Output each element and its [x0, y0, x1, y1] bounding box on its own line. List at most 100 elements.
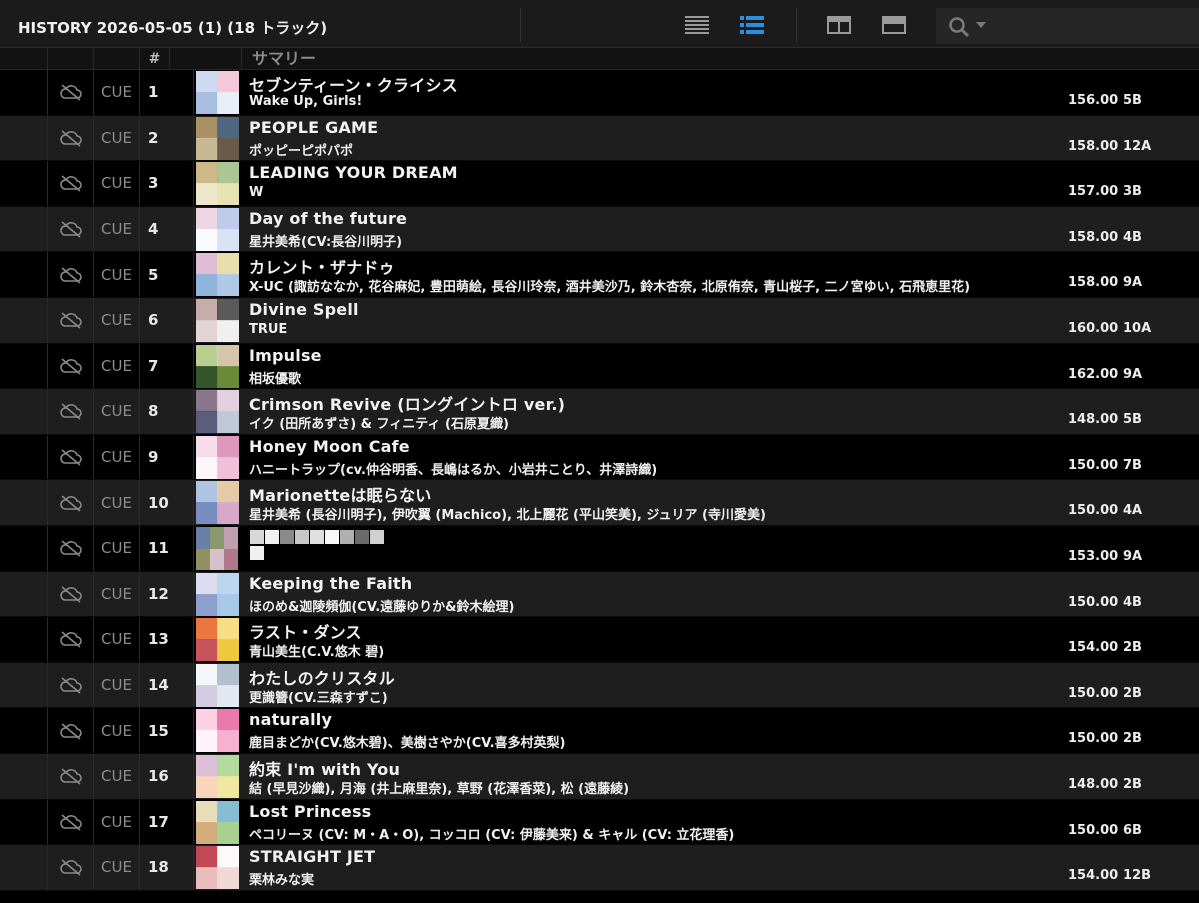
track-bpm: 150.00	[1068, 822, 1119, 838]
cue-button[interactable]: CUE	[94, 480, 140, 525]
track-title: PEOPLE GAME	[249, 117, 379, 137]
cloud-off-icon[interactable]	[48, 525, 94, 571]
track-row[interactable]: CUE 5 カレント・ザナドゥ X-UC (諏訪ななか, 花谷麻妃, 豊田萌絵, 長谷…	[0, 252, 1199, 298]
row-blank-cell	[0, 753, 48, 799]
track-artist: ペコリーヌ (CV: M・A・O), コッコロ (CV: 伊藤美来) & キャル…	[249, 827, 735, 843]
track-row[interactable]: CUE 17 Lost Princess ペコリーヌ (CV: M・A・O), コッコ…	[0, 799, 1199, 846]
track-row[interactable]: CUE 1 セブンティーン・クライシス Wake Up, Girls! 156.00 5B	[0, 70, 1199, 116]
track-title: STRAIGHT JET	[249, 847, 376, 867]
cue-button[interactable]: CUE	[94, 297, 140, 343]
track-row[interactable]: CUE 12 Keeping the Faith ほのめ&迦陵頻伽(CV.遠藤ゆりか&…	[0, 571, 1199, 618]
column-header-summary[interactable]: サマリー	[242, 48, 1199, 70]
track-row[interactable]: CUE 9 Honey Moon Cafe ハニートラップ(cv.仲谷明香、長嶋はるか…	[0, 434, 1199, 481]
track-summary: LEADING YOUR DREAM W	[242, 161, 1062, 206]
track-bpm: 157.00	[1068, 184, 1119, 200]
album-artwork	[196, 207, 239, 251]
track-summary: Marionetteは眠らない 星井美希 (長谷川明子), 伊吹翼 (Machic…	[242, 480, 1062, 525]
track-number: 18	[140, 845, 194, 890]
track-row[interactable]: CUE 7 Impulse 相坂優歌 162.00 9A	[0, 343, 1199, 390]
column-header: # サマリー	[0, 48, 1199, 70]
cue-button[interactable]: CUE	[94, 617, 140, 662]
track-artist: ほのめ&迦陵頻伽(CV.遠藤ゆりか&鈴木絵理)	[249, 599, 515, 615]
track-row[interactable]: CUE 14 わたしのクリスタル 更識簪(CV.三森すずこ) 150.00 2B	[0, 662, 1199, 709]
cloud-off-icon[interactable]	[48, 297, 94, 343]
track-row[interactable]: CUE 8 Crimson Revive (ロングイントロ ver.) イク (田所あ…	[0, 389, 1199, 435]
artwork-cell	[194, 708, 242, 753]
cloud-off-icon[interactable]	[48, 434, 94, 480]
cue-button[interactable]: CUE	[94, 343, 140, 389]
cue-button[interactable]: CUE	[94, 662, 140, 708]
track-summary: ラスト・ダンス 青山美生(C.V.悠木 碧)	[242, 617, 1062, 662]
track-artist: 星井美希 (長谷川明子), 伊吹翼 (Machico), 北上麗花 (平山笑美)…	[249, 508, 766, 524]
track-row[interactable]: CUE 11 153.00 9A	[0, 525, 1199, 572]
cloud-off-icon[interactable]	[48, 389, 94, 434]
track-title: Honey Moon Cafe	[249, 436, 410, 456]
cue-button[interactable]: CUE	[94, 708, 140, 753]
track-bpm: 154.00	[1068, 640, 1119, 656]
album-artwork	[196, 116, 239, 160]
track-key: 9A	[1123, 548, 1143, 564]
cloud-off-icon[interactable]	[48, 115, 94, 161]
track-summary: PEOPLE GAME ポッピーピポパポ	[242, 116, 1062, 161]
row-blank-cell	[0, 389, 48, 434]
list-view-icon[interactable]	[681, 12, 713, 38]
track-row[interactable]: CUE 6 Divine Spell TRUE 160.00 10A	[0, 297, 1199, 344]
artwork-cell	[194, 344, 242, 389]
search-field[interactable]	[936, 8, 1199, 44]
cue-button[interactable]: CUE	[94, 389, 140, 434]
cloud-off-icon[interactable]	[48, 845, 94, 890]
track-row[interactable]: CUE 16 約束 I'm with You 結 (早見沙織), 月海 (井上麻里奈)…	[0, 753, 1199, 800]
track-row[interactable]: CUE 3 LEADING YOUR DREAM W 157.00 3B	[0, 161, 1199, 207]
track-summary: STRAIGHT JET 栗林みな実	[242, 845, 1062, 890]
track-row[interactable]: CUE 10 Marionetteは眠らない 星井美希 (長谷川明子), 伊吹翼 (M…	[0, 480, 1199, 526]
cloud-off-icon[interactable]	[48, 70, 94, 115]
cue-button[interactable]: CUE	[94, 525, 140, 571]
cue-button[interactable]: CUE	[94, 206, 140, 252]
row-blank-cell	[0, 252, 48, 297]
layout-split-icon[interactable]	[823, 12, 855, 38]
track-row[interactable]: CUE 4 Day of the future 星井美希(CV:長谷川明子) 158.0…	[0, 206, 1199, 253]
track-bpm: 148.00	[1068, 776, 1119, 792]
cloud-off-icon[interactable]	[48, 480, 94, 525]
track-row[interactable]: CUE 15 naturally 鹿目まどか(CV.悠木碧)、美樹さやか(CV.喜多村…	[0, 708, 1199, 754]
cloud-off-icon[interactable]	[48, 571, 94, 617]
cue-button[interactable]: CUE	[94, 115, 140, 161]
cloud-off-icon[interactable]	[48, 753, 94, 799]
layout-top-icon[interactable]	[878, 12, 910, 38]
track-row[interactable]: CUE 13 ラスト・ダンス 青山美生(C.V.悠木 碧) 154.00 2B	[0, 617, 1199, 663]
cue-button[interactable]: CUE	[94, 70, 140, 115]
track-summary: Day of the future 星井美希(CV:長谷川明子)	[242, 207, 1062, 252]
search-icon[interactable]	[948, 16, 970, 42]
cue-button[interactable]: CUE	[94, 571, 140, 617]
artwork-cell	[194, 526, 242, 571]
cue-button[interactable]: CUE	[94, 161, 140, 206]
track-artist: X-UC (諏訪ななか, 花谷麻妃, 豊田萌絵, 長谷川玲奈, 酒井美沙乃, 鈴…	[249, 280, 971, 296]
track-number: 4	[140, 206, 194, 252]
cloud-off-icon[interactable]	[48, 161, 94, 206]
track-row[interactable]: CUE 18 STRAIGHT JET 栗林みな実 154.00 12B	[0, 845, 1199, 891]
cloud-off-icon[interactable]	[48, 662, 94, 708]
cloud-off-icon[interactable]	[48, 617, 94, 662]
cloud-off-icon[interactable]	[48, 343, 94, 389]
cue-button[interactable]: CUE	[94, 753, 140, 799]
track-row[interactable]: CUE 2 PEOPLE GAME ポッピーピポパポ 158.00 12A	[0, 115, 1199, 162]
column-header-cloud	[48, 48, 94, 70]
chevron-down-icon[interactable]	[976, 22, 986, 28]
track-summary: 約束 I'm with You 結 (早見沙織), 月海 (井上麻里奈), 草野 …	[242, 754, 1062, 799]
track-summary: Crimson Revive (ロングイントロ ver.) イク (田所あずさ) …	[242, 389, 1062, 434]
toolbar-divider	[520, 8, 521, 42]
cloud-off-icon[interactable]	[48, 708, 94, 753]
detail-list-icon[interactable]	[736, 12, 768, 38]
cloud-off-icon[interactable]	[48, 206, 94, 252]
cloud-off-icon[interactable]	[48, 252, 94, 297]
column-header-number[interactable]: #	[140, 48, 170, 70]
cue-button[interactable]: CUE	[94, 845, 140, 890]
track-number: 16	[140, 753, 194, 799]
cloud-off-icon[interactable]	[48, 799, 94, 845]
track-number: 10	[140, 480, 194, 525]
row-blank-cell	[0, 662, 48, 708]
cue-button[interactable]: CUE	[94, 252, 140, 297]
cue-button[interactable]: CUE	[94, 434, 140, 480]
track-title: Keeping the Faith	[249, 573, 413, 593]
cue-button[interactable]: CUE	[94, 799, 140, 845]
